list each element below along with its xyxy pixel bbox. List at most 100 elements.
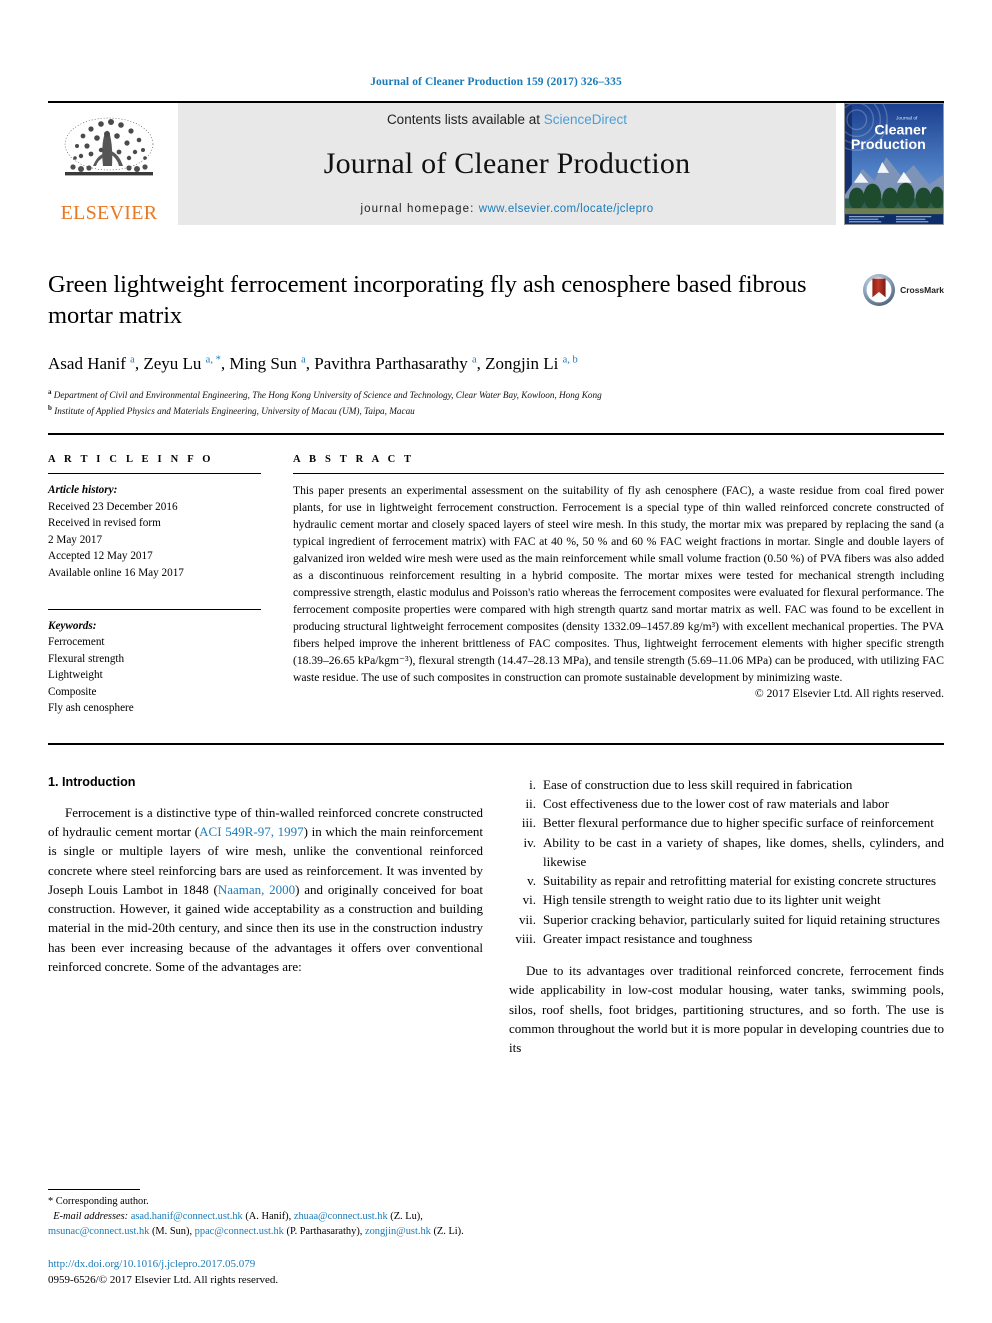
email-name-lu: (Z. Lu), (387, 1211, 423, 1223)
title-block: Green lightweight ferrocement incorporat… (48, 269, 944, 331)
list-item: ii. Cost effectiveness due to the lower c… (509, 794, 944, 813)
contents-prefix: Contents lists available at (386, 111, 544, 127)
list-item-text: Superior cracking behavior, particularly… (543, 911, 940, 927)
list-item-number: i. (529, 776, 536, 792)
abstract-copyright: © 2017 Elsevier Ltd. All rights reserved… (754, 687, 944, 701)
list-item: iii. Better flexural performance due to h… (509, 813, 944, 832)
email-name-li: (Z. Li). (430, 1226, 464, 1238)
body-column-left: 1. Introduction Ferrocement is a distinc… (48, 775, 483, 1069)
abstract-heading: A B S T R A C T (293, 454, 415, 466)
svg-text:Journal of: Journal of (896, 116, 918, 122)
crossmark-icon (863, 274, 896, 306)
masthead-center: Contents lists available at ScienceDirec… (178, 103, 836, 225)
homepage-prefix: journal homepage: (360, 202, 479, 215)
history-item: Received 23 December 2016 (48, 500, 178, 513)
footnote-rule (48, 1189, 140, 1191)
list-item: viii. Greater impact resistance and tough… (509, 929, 944, 948)
keyword-item: Flexural strength (48, 652, 125, 665)
keyword-item: Fly ash cenosphere (48, 702, 134, 715)
body-column-right: i. Ease of construction due to less skill… (509, 775, 944, 1069)
article-info-rule (48, 473, 261, 475)
footnote-block: * Corresponding author. E-mail addresses… (48, 1189, 472, 1289)
introduction-heading: 1. Introduction (48, 774, 136, 789)
keywords-rule (48, 608, 261, 610)
email-link-parthasarathy[interactable]: ppac@connect.ust.hk (195, 1226, 284, 1237)
affiliation-a-text: Department of Civil and Environmental En… (53, 390, 602, 401)
email-name-hanif: (A. Hanif), (242, 1211, 294, 1223)
affiliations: a Department of Civil and Environmental … (48, 387, 944, 419)
list-item-number: vi. (522, 892, 536, 908)
elsevier-logo: ELSEVIER (48, 103, 170, 225)
keyword-item: Composite (48, 685, 97, 698)
list-item: iv. Ability to be cast in a variety of sh… (509, 833, 944, 871)
citation-naaman-2000[interactable]: Naaman, 2000 (218, 882, 295, 897)
list-item-text: Ability to be cast in a variety of shape… (543, 834, 944, 869)
history-item: Accepted 12 May 2017 (48, 550, 153, 563)
list-bottom-spacer (509, 948, 944, 961)
corresponding-author-line: * Corresponding author. (48, 1196, 149, 1208)
cover-artwork: Journal of Cleaner Production (845, 104, 943, 224)
keyword-item: Ferrocement (48, 636, 105, 649)
email-link-li[interactable]: zongjin@ust.hk (365, 1226, 431, 1237)
email-name-sun: (M. Sun), (149, 1226, 195, 1238)
svg-text:Production: Production (851, 137, 926, 153)
journal-cover-thumbnail: Journal of Cleaner Production (844, 103, 944, 225)
list-item-text: Ease of construction due to less skill r… (543, 776, 853, 792)
email-addresses-line: E-mail addresses: asad.hanif@connect.ust… (48, 1210, 472, 1240)
abstract-bottom-rule (48, 742, 944, 745)
list-item-text: High tensile strength to weight ratio du… (543, 892, 881, 908)
article-info-heading: A R T I C L E I N F O (48, 454, 214, 466)
list-item: vi. High tensile strength to weight ratio… (509, 890, 944, 909)
body-columns: 1. Introduction Ferrocement is a distinc… (48, 775, 944, 1069)
list-item-text: Greater impact resistance and toughness (543, 930, 753, 946)
journal-homepage-line: journal homepage: www.elsevier.com/locat… (360, 203, 653, 215)
email-link-lu[interactable]: zhuaa@connect.ust.hk (294, 1211, 388, 1222)
elsevier-wordmark: ELSEVIER (60, 202, 158, 224)
homepage-url-link[interactable]: www.elsevier.com/locate/jclepro (479, 203, 654, 215)
email-link-hanif[interactable]: asad.hanif@connect.ust.hk (131, 1211, 243, 1222)
svg-text:Cleaner: Cleaner (874, 122, 927, 138)
keyword-item: Lightweight (48, 669, 103, 682)
abstract-body: This paper presents an experimental asse… (293, 484, 944, 685)
journal-title: Journal of Cleaner Production (323, 146, 691, 180)
list-item-text: Suitability as repair and retrofitting m… (543, 873, 937, 889)
keywords-group: Keywords: Ferrocement Flexural strength … (48, 618, 261, 717)
history-item: 2 May 2017 (48, 533, 103, 546)
list-item-number: viii. (515, 930, 536, 946)
affiliation-a: a Department of Civil and Environmental … (48, 388, 602, 401)
journal-masthead: ELSEVIER Contents lists available at Sci… (48, 103, 944, 225)
author-list: Asad Hanif a, Zeyu Lu a, *, Ming Sun a, … (48, 354, 578, 374)
abstract-rule (293, 473, 944, 475)
page-title: Green lightweight ferrocement incorporat… (48, 271, 807, 330)
list-item-number: v. (527, 873, 536, 889)
contents-lists-line: Contents lists available at ScienceDirec… (387, 112, 627, 127)
doi-link[interactable]: http://dx.doi.org/10.1016/j.jclepro.2017… (48, 1257, 472, 1273)
info-abstract-section: A R T I C L E I N F O Article history: R… (48, 454, 944, 717)
paper-page: Journal of Cleaner Production 159 (2017)… (0, 0, 992, 1323)
list-item-number: ii. (525, 796, 536, 812)
issn-copyright-line: 0959-6526/© 2017 Elsevier Ltd. All right… (48, 1274, 279, 1287)
corresponding-author-note: * Corresponding author. E-mail addresses… (48, 1195, 472, 1240)
history-item: Available online 16 May 2017 (48, 566, 184, 579)
list-item: vii. Superior cracking behavior, particul… (509, 910, 944, 929)
affiliation-b: b Institute of Applied Physics and Mater… (48, 404, 415, 417)
running-head: Journal of Cleaner Production 159 (2017)… (370, 76, 622, 88)
crossmark-badge[interactable]: CrossMark (862, 269, 944, 307)
affiliation-b-text: Institute of Applied Physics and Materia… (54, 406, 415, 417)
sciencedirect-link[interactable]: ScienceDirect (544, 112, 627, 127)
history-item: Received in revised form (48, 517, 161, 530)
email-link-sun[interactable]: msunac@connect.ust.hk (48, 1226, 149, 1237)
article-info-column: A R T I C L E I N F O Article history: R… (48, 454, 293, 717)
email-addresses-label: E-mail addresses: (53, 1211, 129, 1223)
introduction-paragraph: Ferrocement is a distinctive type of thi… (48, 803, 483, 976)
list-item-text: Better flexural performance due to highe… (543, 815, 934, 831)
elsevier-tree-icon (64, 117, 154, 176)
email-name-parthasarathy: (P. Parthasarathy), (283, 1226, 365, 1238)
article-history-group: Article history: Received 23 December 20… (48, 482, 261, 581)
abstract-column: A B S T R A C T This paper presents an e… (293, 454, 944, 717)
article-history-label: Article history: (48, 484, 118, 497)
citation-aci-549r[interactable]: ACI 549R-97, 1997 (199, 824, 304, 839)
list-item-number: iv. (523, 834, 536, 850)
title-left: Green lightweight ferrocement incorporat… (48, 269, 862, 331)
